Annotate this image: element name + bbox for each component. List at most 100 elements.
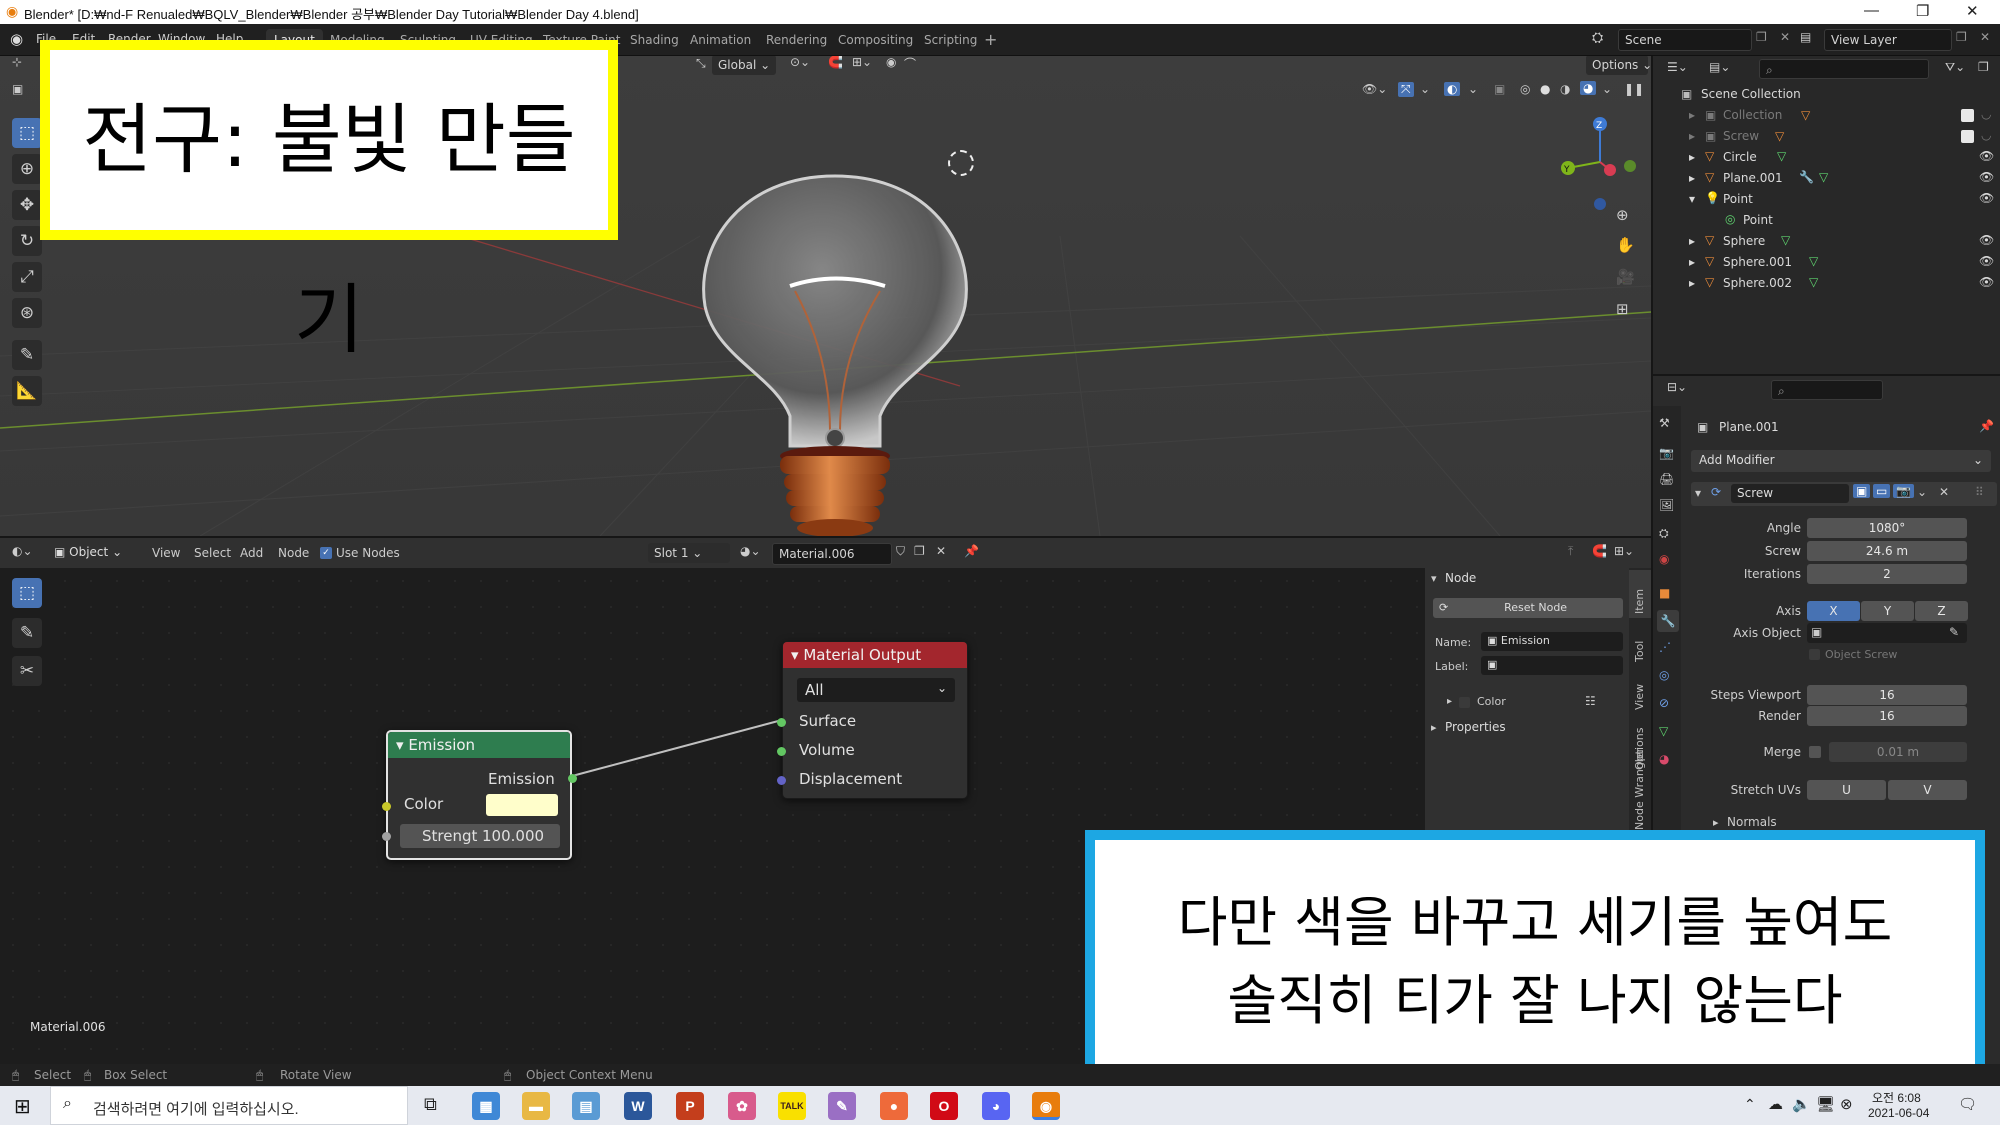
add-workspace-icon[interactable]: + [984, 30, 997, 49]
color-input-socket[interactable] [382, 802, 391, 811]
eyedropper-icon[interactable]: ✎ [1949, 625, 1959, 639]
windows-start-icon[interactable]: ⊞ [14, 1094, 31, 1119]
output-tab-icon[interactable]: 🖨 [1659, 472, 1674, 486]
sync-status-icon[interactable]: ⊗ [1840, 1095, 1853, 1113]
store-app-icon[interactable]: ▦ [472, 1092, 500, 1120]
collapse-arrow-icon[interactable]: ▾ [1431, 572, 1437, 585]
color-swatch[interactable] [486, 794, 558, 816]
material-output-node-header[interactable]: ▾ Material Output [783, 642, 967, 668]
clock-time[interactable]: 오전 6:08 [1872, 1089, 1921, 1106]
outliner-item-collection[interactable]: ▸ ▣ Collection ▽ ◡ [1653, 105, 2000, 126]
firefox-app-icon[interactable]: ● [880, 1092, 908, 1120]
tab-shading[interactable]: Shading [622, 29, 687, 51]
delete-view-layer-icon[interactable]: ✕ [1980, 30, 1990, 44]
hidden-eye-icon[interactable]: ◡ [1981, 107, 1991, 121]
remove-modifier-icon[interactable]: ✕ [1939, 485, 1949, 499]
notes-app-icon[interactable]: ▤ [572, 1092, 600, 1120]
new-collection-icon[interactable]: ❐ [1978, 60, 1989, 74]
pause-render-icon[interactable]: ❚❚ [1624, 82, 1644, 96]
filter-icon[interactable]: ⛛⌄ [1945, 60, 1965, 75]
tab-animation[interactable]: Animation [682, 29, 759, 51]
pin-icon[interactable]: 📌 [1979, 419, 1994, 433]
scene-selector[interactable]: Scene [1618, 29, 1752, 51]
axis-y-button[interactable]: Y [1861, 601, 1914, 621]
unlink-material-icon[interactable]: ✕ [936, 544, 946, 558]
snap-target-icon[interactable]: ⊞⌄ [852, 56, 872, 69]
pan-hand-icon[interactable]: ✋ [1616, 236, 1635, 254]
3d-cursor-icon[interactable] [948, 150, 974, 176]
outliner-editor-type-icon[interactable]: ☰⌄ [1667, 60, 1688, 74]
visibility-eye-icon[interactable]: 👁 [1979, 233, 1994, 247]
blender-menu-icon[interactable]: ◉ [10, 30, 23, 48]
render-steps-field[interactable]: 16 [1807, 706, 1967, 726]
node-section-header[interactable]: Node [1445, 571, 1476, 585]
visibility-eye-icon[interactable]: 👁 [1979, 170, 1994, 184]
perspective-toggle-icon[interactable]: ⊞ [1616, 300, 1629, 318]
outliner-item-circle[interactable]: ▸ ▽ Circle ▽ 👁 [1653, 147, 2000, 168]
visibility-eye-icon[interactable]: 👁 [1979, 254, 1994, 268]
tool-tab-icon[interactable]: ⚒ [1659, 416, 1670, 430]
network-icon[interactable]: 🖥 [1816, 1095, 1835, 1113]
gizmo-toggle-icon[interactable]: ⤧ [1398, 82, 1414, 97]
realtime-toggle-icon[interactable]: ▭ [1873, 484, 1891, 498]
view-layer-selector[interactable]: View Layer [1824, 29, 1952, 51]
emission-node[interactable]: ▾ Emission Emission Color Strengt 100.00… [382, 730, 577, 860]
scene-icon[interactable]: ⛭ [1592, 30, 1603, 46]
outliner-item-plane001[interactable]: ▸ ▽ Plane.001 🔧 ▽ 👁 [1653, 168, 2000, 189]
strength-field[interactable]: Strengt 100.000 [400, 824, 560, 848]
falloff-icon[interactable]: ⌒ [904, 56, 916, 72]
steps-viewport-field[interactable]: 16 [1807, 685, 1967, 705]
snap-icon[interactable]: 🧲 [828, 56, 843, 69]
minimize-icon[interactable]: — [1864, 2, 1879, 19]
particles-tab-icon[interactable]: ⋰ [1659, 640, 1671, 654]
axis-z-button[interactable]: Z [1915, 601, 1968, 621]
object-tab-icon[interactable]: ■ [1659, 586, 1670, 600]
transform-orientation-dropdown[interactable]: Global ⌄ [712, 56, 776, 75]
emission-output-socket[interactable] [568, 774, 577, 783]
paint-app-icon[interactable]: ✿ [728, 1092, 756, 1120]
shading-solid-icon[interactable]: ● [1540, 82, 1550, 96]
tab-scripting[interactable]: Scripting [916, 29, 985, 51]
measure-tool-icon[interactable]: 📐 [12, 376, 42, 406]
strength-input-socket[interactable] [382, 832, 391, 841]
visibility-icon[interactable]: 👁⌄ [1362, 82, 1387, 96]
pivot-point-icon[interactable]: ⊙⌄ [790, 56, 810, 69]
zoom-icon[interactable]: ⊕ [1616, 206, 1629, 224]
volume-icon[interactable]: 🔈 [1792, 1095, 1811, 1113]
drawing-app-icon[interactable]: ✎ [828, 1092, 856, 1120]
properties-section-header[interactable]: Properties [1445, 720, 1506, 734]
file-explorer-icon[interactable]: ▬ [522, 1092, 550, 1120]
node-menu-add[interactable]: Add [240, 546, 263, 560]
proportional-edit-icon[interactable]: ◉ [886, 56, 896, 69]
normals-subpanel[interactable]: Normals [1727, 815, 1777, 829]
world-tab-icon[interactable]: ◉ [1659, 552, 1669, 566]
tray-chevron-icon[interactable]: ⌃ [1744, 1096, 1756, 1113]
slot-dropdown[interactable]: Slot 1 ⌄ [648, 543, 730, 563]
notification-center-icon[interactable]: 🗨 [1958, 1095, 1977, 1113]
tab-compositing[interactable]: Compositing [830, 29, 921, 51]
onedrive-icon[interactable]: ☁ [1768, 1095, 1783, 1113]
editor-type-icon[interactable]: ⊹ [12, 56, 22, 69]
volume-input-socket[interactable] [777, 747, 786, 756]
rotate-tool-icon[interactable]: ↻ [12, 226, 42, 256]
exclude-checkbox[interactable] [1961, 130, 1974, 143]
mode-icon[interactable]: ▣ [12, 82, 23, 96]
exclude-checkbox[interactable] [1961, 109, 1974, 122]
outliner-item-sphere002[interactable]: ▸ ▽ Sphere.002 ▽ 👁 [1653, 273, 2000, 294]
outliner-scene-collection[interactable]: ▣ Scene Collection [1653, 84, 2000, 105]
tab-view[interactable]: View [1633, 684, 1646, 710]
taskbar-search-box[interactable]: ⌕ 검색하려면 여기에 입력하십시오. [50, 1086, 408, 1125]
node-menu-view[interactable]: View [152, 546, 180, 560]
parent-node-tree-icon[interactable]: ⤒ [1568, 544, 1573, 559]
color-presets-icon[interactable]: ☷ [1585, 694, 1596, 708]
iterations-field[interactable]: 2 [1807, 564, 1967, 584]
properties-editor-type-icon[interactable]: ⊟⌄ [1667, 380, 1687, 394]
merge-distance-field[interactable]: 0.01 m [1829, 742, 1967, 762]
tab-item[interactable]: Item [1633, 589, 1646, 614]
view-layer-tab-icon[interactable]: 🖼 [1659, 498, 1674, 512]
angle-field[interactable]: 1080° [1807, 518, 1967, 538]
powerpoint-app-icon[interactable]: P [676, 1092, 704, 1120]
camera-view-icon[interactable]: 🎥 [1616, 268, 1635, 286]
data-tab-icon[interactable]: ▽ [1659, 724, 1668, 738]
edit-mode-toggle-icon[interactable]: ▣ [1853, 484, 1871, 498]
